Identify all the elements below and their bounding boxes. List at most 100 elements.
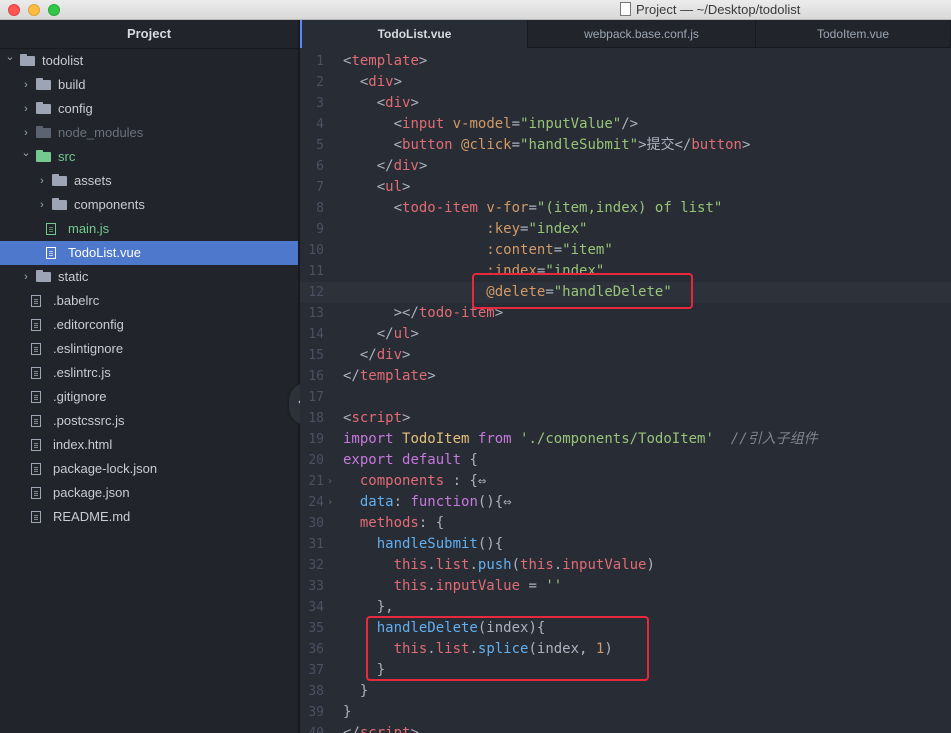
code-token: button bbox=[402, 137, 453, 153]
code-line[interactable]: 32 this.list.push(this.inputValue) bbox=[300, 555, 951, 576]
code-token: >提交</ bbox=[638, 137, 692, 153]
code-line[interactable]: 7 <ul> bbox=[300, 177, 951, 198]
code-line[interactable]: 39} bbox=[300, 702, 951, 723]
tree-item-config[interactable]: › config bbox=[0, 97, 298, 121]
tree-item-eslintignore[interactable]: .eslintignore bbox=[0, 337, 298, 361]
code-line[interactable]: 20 export default { bbox=[300, 450, 951, 471]
code-line[interactable]: 5 <button @click="handleSubmit">提交</butt… bbox=[300, 135, 951, 156]
chevron-down-icon[interactable]: ⌄ bbox=[4, 45, 16, 69]
chevron-right-icon[interactable]: › bbox=[36, 169, 48, 193]
tree-item-readme-md[interactable]: README.md bbox=[0, 505, 298, 529]
folder-icon bbox=[36, 150, 51, 162]
tree-item-build[interactable]: › build bbox=[0, 73, 298, 97]
tree-item-assets[interactable]: › assets bbox=[0, 169, 298, 193]
tree-item-package-json[interactable]: package.json bbox=[0, 481, 298, 505]
tree-item-node-modules[interactable]: › node_modules bbox=[0, 121, 298, 145]
code-text: this.inputValue = '' bbox=[343, 576, 563, 597]
line-number: 6 bbox=[316, 159, 324, 174]
chevron-right-icon[interactable]: › bbox=[20, 265, 32, 289]
code-line[interactable]: 6 </div> bbox=[300, 156, 951, 177]
tree-item-main-js[interactable]: main.js bbox=[0, 217, 298, 241]
tab-todolist-vue[interactable]: TodoList.vue bbox=[300, 20, 528, 48]
code-editor[interactable]: 40</script>39}38 }37 }36 this.list.splic… bbox=[300, 48, 951, 733]
tree-item-gitignore[interactable]: .gitignore bbox=[0, 385, 298, 409]
tree-item-components[interactable]: › components bbox=[0, 193, 298, 217]
tree-item-label: components bbox=[74, 197, 145, 212]
tree-item-src[interactable]: ⌄ src bbox=[0, 145, 298, 169]
folder-icon bbox=[52, 198, 67, 210]
code-line[interactable]: 9 :key="index" bbox=[300, 219, 951, 240]
minimize-window-button[interactable] bbox=[28, 4, 40, 16]
code-line[interactable]: 10 :content="item" bbox=[300, 240, 951, 261]
code-token: '' bbox=[545, 578, 563, 594]
code-line[interactable]: 17 bbox=[300, 387, 951, 408]
file-icon bbox=[46, 223, 56, 235]
line-number: 14 bbox=[308, 327, 324, 342]
code-token: : { bbox=[418, 515, 445, 531]
tree-item-todolist-vue[interactable]: TodoList.vue bbox=[0, 241, 298, 265]
code-line[interactable]: 1 <template> bbox=[300, 51, 951, 72]
code-token: this bbox=[393, 557, 428, 573]
chevron-right-icon[interactable]: › bbox=[20, 97, 32, 121]
tab-todoitem-vue[interactable]: TodoItem.vue bbox=[756, 20, 951, 48]
code-line[interactable]: 16 </template> bbox=[300, 366, 951, 387]
code-line[interactable]: 14 </ul> bbox=[300, 324, 951, 345]
chevron-down-icon[interactable]: ⌄ bbox=[20, 141, 32, 165]
code-text: handleSubmit(){ bbox=[343, 534, 503, 555]
code-line[interactable]: 19 import TodoItem from './components/Tod… bbox=[300, 429, 951, 450]
code-token: > bbox=[402, 179, 411, 195]
code-text: <div> bbox=[343, 93, 419, 114]
code-line[interactable]: 40 </script> bbox=[300, 723, 951, 733]
tree-item-index-html[interactable]: index.html bbox=[0, 433, 298, 457]
code-line[interactable]: 3 <div> bbox=[300, 93, 951, 114]
code-line[interactable]: 18 <script> bbox=[300, 408, 951, 429]
code-line[interactable]: 30 methods: { bbox=[300, 513, 951, 534]
tree-item-package-lock-json[interactable]: package-lock.json bbox=[0, 457, 298, 481]
tree-item-static[interactable]: › static bbox=[0, 265, 298, 289]
code-line[interactable]: 8 <todo-item v-for="(item,index) of list… bbox=[300, 198, 951, 219]
tree-item-label: config bbox=[58, 101, 93, 116]
file-icon bbox=[31, 343, 41, 355]
maximize-window-button[interactable] bbox=[48, 4, 60, 16]
code-line[interactable]: 34 }, bbox=[300, 597, 951, 618]
code-line[interactable]: 21 › components : {⇔ bbox=[300, 471, 951, 492]
code-token: { bbox=[461, 452, 478, 468]
code-token: </ bbox=[343, 368, 360, 384]
code-line[interactable]: 33 this.inputValue = '' bbox=[300, 576, 951, 597]
fold-chevron-icon[interactable]: › bbox=[327, 492, 333, 513]
tree-item-eslintrc-js[interactable]: .eslintrc.js bbox=[0, 361, 298, 385]
code-line[interactable]: 31 handleSubmit(){ bbox=[300, 534, 951, 555]
code-token: < bbox=[343, 116, 403, 132]
code-line[interactable]: 15 </div> bbox=[300, 345, 951, 366]
line-number: 40 bbox=[300, 723, 324, 733]
line-number: 10 bbox=[308, 243, 324, 258]
line-number: 7 bbox=[316, 180, 324, 195]
tab-webpack-base-conf-js[interactable]: webpack.base.conf.js bbox=[528, 20, 756, 48]
tree-item-postcssrc-js[interactable]: .postcssrc.js bbox=[0, 409, 298, 433]
code-line[interactable]: 38 } bbox=[300, 681, 951, 702]
tree-item-label: build bbox=[58, 77, 86, 92]
code-line[interactable]: 24 › data: function(){⇔ bbox=[300, 492, 951, 513]
code-token: "index" bbox=[528, 221, 588, 237]
line-number: 35 bbox=[308, 621, 324, 636]
code-token: = bbox=[528, 200, 537, 216]
tree-item-label: .babelrc bbox=[53, 293, 100, 308]
code-line[interactable]: 2 <div> bbox=[300, 72, 951, 93]
code-token: :content bbox=[486, 242, 554, 258]
line-number: 34 bbox=[308, 600, 324, 615]
fold-chevron-icon[interactable]: › bbox=[327, 471, 333, 492]
line-number: 9 bbox=[316, 222, 324, 237]
tree-item-todolist[interactable]: ⌄ todolist bbox=[0, 49, 298, 73]
chevron-right-icon[interactable]: › bbox=[36, 193, 48, 217]
code-token: this bbox=[520, 557, 554, 573]
tree-item-babelrc[interactable]: .babelrc bbox=[0, 289, 298, 313]
close-window-button[interactable] bbox=[8, 4, 20, 16]
file-icon bbox=[31, 391, 41, 403]
chevron-right-icon[interactable]: › bbox=[20, 73, 32, 97]
code-token: : {⇔ bbox=[444, 473, 487, 489]
tree-item-editorconfig[interactable]: .editorconfig bbox=[0, 313, 298, 337]
code-line[interactable]: 4 <input v-model="inputValue"/> bbox=[300, 114, 951, 135]
